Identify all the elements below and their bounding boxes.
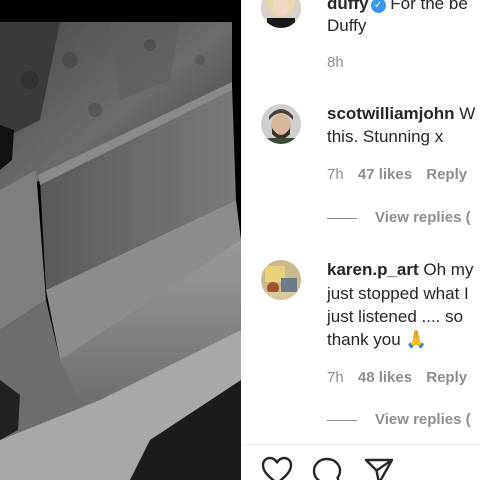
comment-meta: 7h 48 likes Reply [327,369,477,386]
reply-button[interactable]: Reply [426,166,467,183]
comment-likes[interactable]: 47 likes [358,166,412,183]
comment-icon[interactable] [311,456,343,480]
comment-body-line4: thank you 🙏 [327,330,427,349]
view-replies-button[interactable]: View replies ( [327,411,471,428]
comment-time: 8h [327,54,344,71]
comment-meta: 8h [327,54,354,71]
photo-image [0,0,241,480]
actions-divider [241,444,480,445]
avatar-image [261,0,301,28]
reply-button[interactable]: Reply [426,369,467,386]
comment-body-line2: Duffy [327,16,367,35]
avatar[interactable] [261,260,301,300]
comment-body-line2: just stopped what I [327,284,469,303]
comment-username[interactable]: duffy [327,0,369,13]
post-photo [0,0,241,480]
replies-divider-line [327,217,357,219]
comment-body-line1: For the be [390,0,468,13]
view-replies-label: View replies ( [375,411,471,428]
comments-panel: duffy ✓ For the be Duffy 8h scotwilliamjo… [241,0,480,480]
comment-body-line2: this. Stunning x [327,127,444,146]
comment-meta: 7h 47 likes Reply [327,166,477,183]
comment-likes[interactable]: 48 likes [358,369,412,386]
avatar-image [261,260,301,300]
replies-divider-line [327,419,357,421]
verified-badge-icon: ✓ [370,0,386,13]
avatar-image [261,104,301,144]
comment-body-line1: Oh my [423,260,474,279]
view-replies-button[interactable]: View replies ( [327,209,471,226]
avatar[interactable] [261,0,301,28]
avatar[interactable] [261,104,301,144]
heart-icon[interactable] [261,456,293,480]
comment-time: 7h [327,369,344,386]
view-replies-label: View replies ( [375,209,471,226]
comment-text: scotwilliamjohn W [327,102,480,126]
comment-body-line1: W [459,104,476,123]
comment-time: 7h [327,166,344,183]
comment-body-line3: just listened .... so [327,307,464,326]
send-icon[interactable] [363,456,395,480]
comment-username[interactable]: scotwilliamjohn [327,104,455,123]
comment-text: karen.p_art Oh my [327,258,480,282]
comment-username[interactable]: karen.p_art [327,260,419,279]
